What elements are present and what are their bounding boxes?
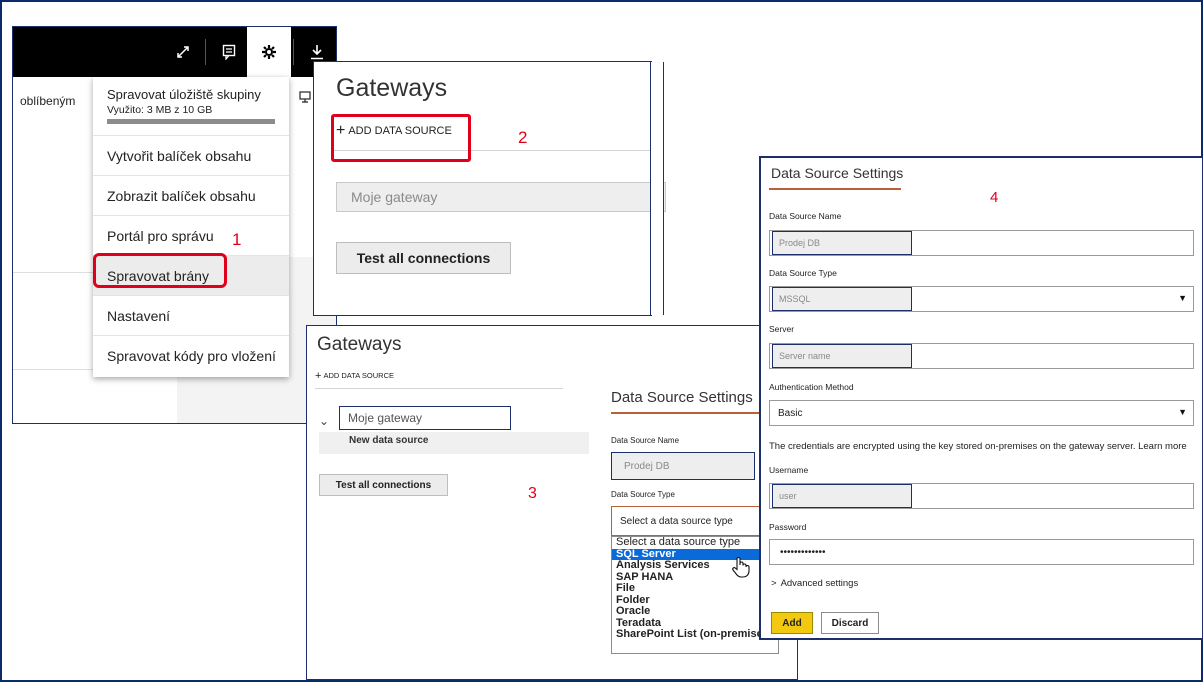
manage-storage-item[interactable]: Spravovat úložiště skupiny — [107, 87, 261, 102]
data-source-type-label: Data Source Type — [611, 490, 675, 499]
page-title: Gateways — [317, 334, 402, 355]
settings-dropdown-menu: Spravovat úložiště skupiny Využito: 3 MB… — [93, 77, 289, 377]
add-button[interactable]: Add — [771, 612, 813, 634]
data-source-settings-panel: Data Source Settings 4 Data Source Name … — [759, 156, 1203, 640]
new-data-source-label: New data source — [349, 435, 429, 446]
option-analysis-services[interactable]: Analysis Services — [612, 559, 778, 572]
storage-usage-text: Využito: 3 MB z 10 GB — [107, 104, 213, 116]
menu-item-embed-codes[interactable]: Spravovat kódy pro vložení — [93, 335, 289, 375]
data-source-name-label: Data Source Name — [611, 436, 680, 445]
server-placeholder: Server name — [772, 344, 912, 368]
monitor-icon — [299, 90, 311, 108]
settings-title: Data Source Settings — [611, 389, 753, 406]
test-all-connections-button[interactable]: Test all connections — [319, 474, 448, 496]
comment-icon[interactable] — [207, 27, 251, 77]
menu-item-create-content-pack[interactable]: Vytvořit balíček obsahu — [93, 135, 289, 175]
credentials-note: The credentials are encrypted using the … — [769, 441, 1187, 452]
chevron-down-icon[interactable]: ⌄ — [319, 414, 329, 428]
data-source-type-options: Select a data source type SQL Server Ana… — [611, 536, 779, 654]
panel-edge — [650, 62, 664, 315]
top-toolbar — [13, 27, 336, 77]
data-source-name-input[interactable]: Prodej DB — [611, 452, 755, 480]
dropdown-caret-icon: ▼ — [1178, 407, 1187, 417]
authentication-method-value: Basic — [778, 407, 803, 419]
settings-title: Data Source Settings — [771, 165, 904, 181]
server-label: Server — [769, 324, 795, 334]
powerbi-settings-panel: oblíbeným Spravovat úložiště skupiny Vyu… — [12, 26, 337, 424]
step-label-3: 3 — [528, 485, 537, 502]
new-data-source-row[interactable]: New data source — [319, 432, 589, 454]
server-input[interactable]: Server name — [769, 343, 1194, 369]
add-data-source-button[interactable]: + ADD DATA SOURCE — [315, 369, 395, 382]
settings-title-underline — [611, 412, 761, 414]
data-source-type-select[interactable]: Select a data source type — [611, 506, 761, 536]
chevron-right-icon: > — [771, 578, 777, 589]
highlight-add-data-source — [331, 114, 471, 162]
authentication-method-select[interactable]: Basic ▼ — [769, 400, 1194, 426]
menu-item-view-content-pack[interactable]: Zobrazit balíček obsahu — [93, 175, 289, 215]
highlight-manage-gateways — [93, 253, 227, 288]
gateway-item[interactable]: Moje gateway — [336, 182, 666, 212]
step-label-2: 2 — [518, 128, 528, 147]
data-source-name-input[interactable]: Prodej DB — [769, 230, 1194, 256]
username-input[interactable]: user — [769, 483, 1194, 509]
option-select-type[interactable]: Select a data source type — [612, 536, 778, 549]
advanced-settings-toggle[interactable]: > Advanced settings — [771, 578, 858, 589]
option-file[interactable]: File — [612, 582, 778, 595]
expand-icon[interactable] — [161, 27, 205, 77]
username-label: Username — [769, 465, 809, 475]
discard-button[interactable]: Discard — [821, 612, 879, 634]
step-label-1: 1 — [232, 230, 242, 249]
username-value: user — [772, 484, 912, 508]
menu-item-settings[interactable]: Nastavení — [93, 295, 289, 335]
password-label: Password — [769, 522, 807, 532]
gateways-panel: Gateways + ADD DATA SOURCE 2 Moje gatewa… — [313, 61, 666, 316]
data-source-type-select[interactable]: MSSQL ▼ — [769, 286, 1194, 312]
gear-icon[interactable] — [247, 27, 291, 77]
step-label-4: 4 — [990, 189, 999, 206]
hand-cursor-icon — [731, 556, 751, 583]
option-oracle[interactable]: Oracle — [612, 605, 778, 618]
gateways-data-source-panel: Gateways + ADD DATA SOURCE ⌄ Moje gatewa… — [306, 325, 798, 680]
gateway-item[interactable]: Moje gateway — [339, 406, 511, 430]
page-title: Gateways — [336, 74, 448, 102]
storage-usage-bar — [107, 119, 275, 124]
data-source-type-value: MSSQL — [772, 287, 912, 311]
add-data-source-label: ADD DATA SOURCE — [323, 371, 395, 380]
data-source-name-label: Data Source Name — [769, 211, 842, 221]
authentication-method-label: Authentication Method — [769, 382, 854, 392]
favorites-label: oblíbeným — [20, 94, 76, 108]
plus-icon: + — [315, 369, 322, 382]
data-source-type-label: Data Source Type — [769, 268, 837, 278]
option-sharepoint-list[interactable]: SharePoint List (on-premises) — [612, 628, 778, 641]
menu-item-admin-portal[interactable]: Portál pro správu — [93, 215, 289, 255]
test-all-connections-button[interactable]: Test all connections — [336, 242, 511, 274]
option-sap-hana[interactable]: SAP HANA — [612, 571, 778, 584]
password-value: ••••••••••••• — [780, 546, 826, 558]
advanced-settings-label: Advanced settings — [780, 578, 859, 589]
dropdown-caret-icon: ▼ — [1178, 293, 1187, 303]
divider — [315, 388, 563, 389]
password-input[interactable]: ••••••••••••• — [769, 539, 1194, 565]
data-source-name-value: Prodej DB — [772, 231, 912, 255]
settings-title-underline — [769, 188, 901, 190]
